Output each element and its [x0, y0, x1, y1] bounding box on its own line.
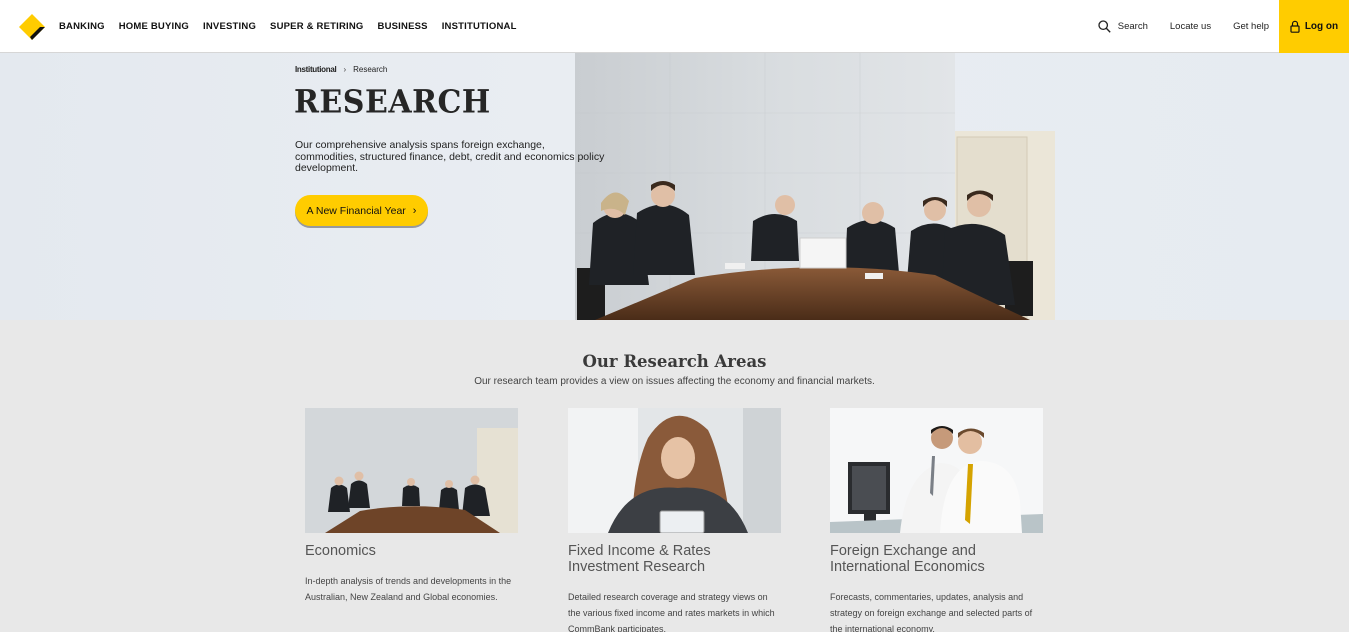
- nav-business[interactable]: BUSINESS: [378, 21, 428, 32]
- financial-year-label: A New Financial Year: [306, 204, 406, 217]
- chevron-right-icon: ›: [412, 204, 417, 217]
- main-nav: BANKING HOME BUYING INVESTING SUPER & RE…: [59, 0, 531, 53]
- research-card-economics[interactable]: Economics In-depth analysis of trends an…: [305, 408, 518, 605]
- search-icon: [1098, 20, 1111, 33]
- hero-banner: Institutional › Research RESEARCH Our co…: [0, 53, 1349, 320]
- site-header: BANKING HOME BUYING INVESTING SUPER & RE…: [0, 0, 1349, 53]
- search-label: Search: [1117, 21, 1148, 32]
- research-card-foreign-exchange[interactable]: Foreign Exchange and International Econo…: [830, 408, 1043, 632]
- lock-icon: [1290, 20, 1300, 33]
- financial-year-button[interactable]: A New Financial Year ›: [295, 195, 428, 226]
- log-on-label: Log on: [1304, 21, 1339, 32]
- section-title: Our Research Areas: [582, 352, 767, 371]
- commbank-logo-icon[interactable]: [18, 13, 46, 41]
- section-subtitle: Our research team provides a view on iss…: [474, 376, 875, 387]
- nav-home-buying[interactable]: HOME BUYING: [119, 21, 189, 32]
- research-card-fixed-income[interactable]: Fixed Income & Rates Investment Research…: [568, 408, 781, 632]
- card-description: Forecasts, commentaries, updates, analys…: [830, 592, 1033, 632]
- chevron-right-icon: ›: [343, 65, 347, 74]
- nav-institutional[interactable]: INSTITUTIONAL: [442, 21, 517, 32]
- breadcrumb: Institutional › Research: [295, 65, 387, 74]
- hero-description: Our comprehensive analysis spans foreign…: [295, 139, 605, 174]
- card-title[interactable]: Foreign Exchange and International Econo…: [830, 543, 1043, 575]
- locate-us-link[interactable]: Locate us: [1170, 21, 1211, 32]
- search-link[interactable]: Search: [1098, 20, 1148, 33]
- nav-investing[interactable]: INVESTING: [203, 21, 256, 32]
- fixed-income-thumbnail[interactable]: [568, 408, 781, 533]
- get-help-link[interactable]: Get help: [1233, 21, 1269, 32]
- card-description: Detailed research coverage and strategy …: [568, 592, 775, 632]
- economics-thumbnail[interactable]: [305, 408, 518, 533]
- locate-us-label: Locate us: [1169, 21, 1212, 32]
- utility-links: Search Locate us Get help: [1076, 0, 1269, 53]
- card-title[interactable]: Economics: [305, 543, 518, 559]
- breadcrumb-institutional[interactable]: Institutional: [295, 65, 337, 74]
- research-areas-section: Our Research Areas Our research team pro…: [0, 320, 1349, 632]
- foreign-exchange-thumbnail[interactable]: [830, 408, 1043, 533]
- nav-banking[interactable]: BANKING: [59, 21, 105, 32]
- meeting-photo: [575, 53, 1055, 320]
- nav-super-retiring[interactable]: SUPER & RETIRING: [270, 21, 363, 32]
- page-title: RESEARCH: [294, 84, 491, 121]
- log-on-button[interactable]: Log on: [1279, 0, 1349, 53]
- breadcrumb-current: Research: [353, 65, 388, 74]
- get-help-label: Get help: [1233, 21, 1269, 32]
- card-description: In-depth analysis of trends and developm…: [305, 576, 512, 602]
- card-title[interactable]: Fixed Income & Rates Investment Research: [568, 543, 781, 575]
